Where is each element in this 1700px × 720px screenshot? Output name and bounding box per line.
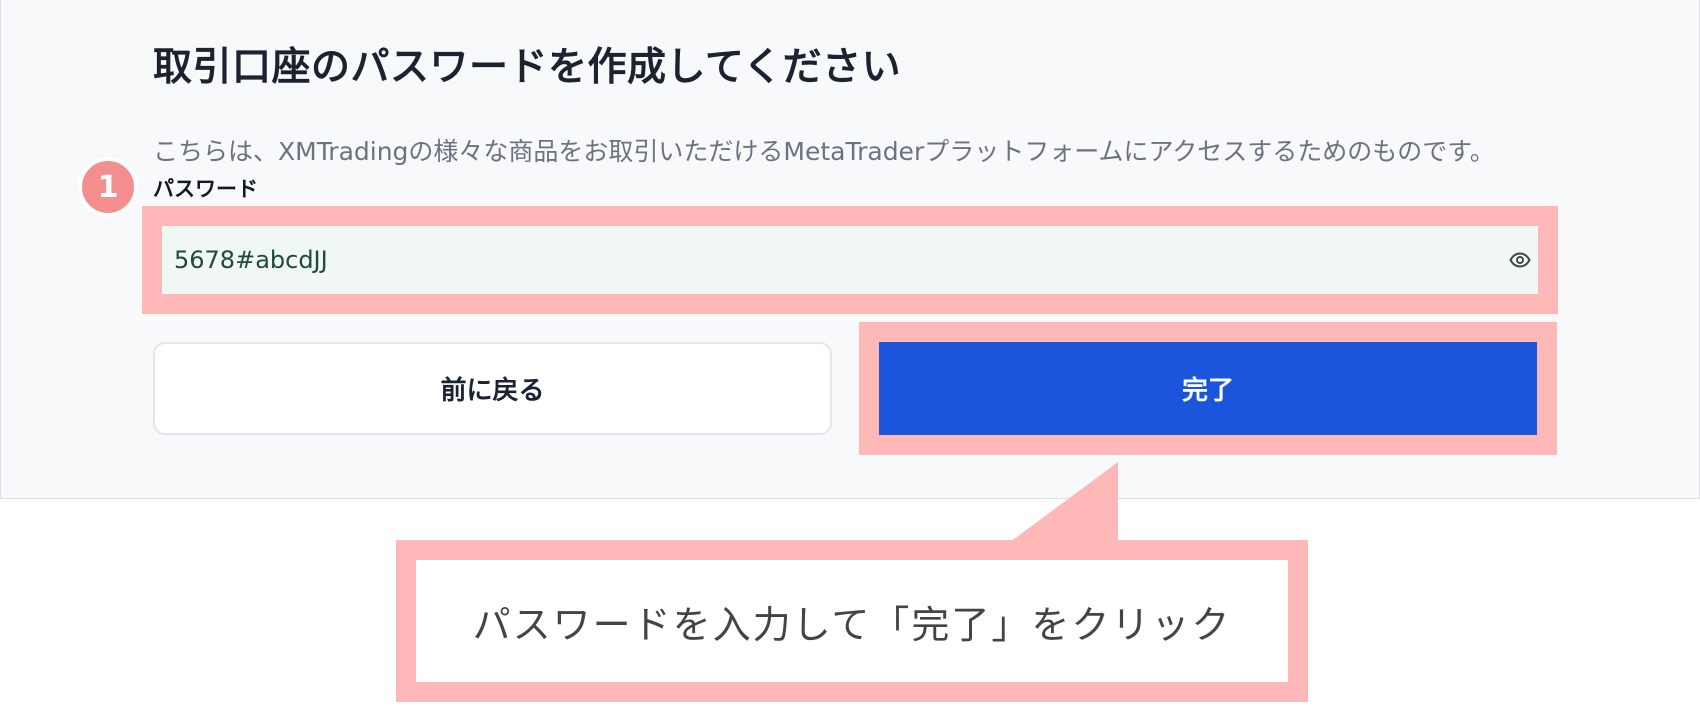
step-number-badge: 1: [78, 157, 138, 217]
complete-button[interactable]: 完了: [879, 342, 1537, 435]
password-label: パスワード: [153, 177, 258, 201]
show-password-toggle[interactable]: [1508, 249, 1532, 271]
eye-icon: [1509, 252, 1531, 268]
password-input[interactable]: [162, 226, 1538, 294]
back-button[interactable]: 前に戻る: [153, 342, 832, 435]
page-title: 取引口座のパスワードを作成してください: [153, 45, 902, 90]
instruction-callout: パスワードを入力して「完了」をクリック: [416, 560, 1288, 682]
form-description: こちらは、XMTradingの様々な商品をお取引いただけるMetaTraderプ…: [153, 137, 1495, 166]
